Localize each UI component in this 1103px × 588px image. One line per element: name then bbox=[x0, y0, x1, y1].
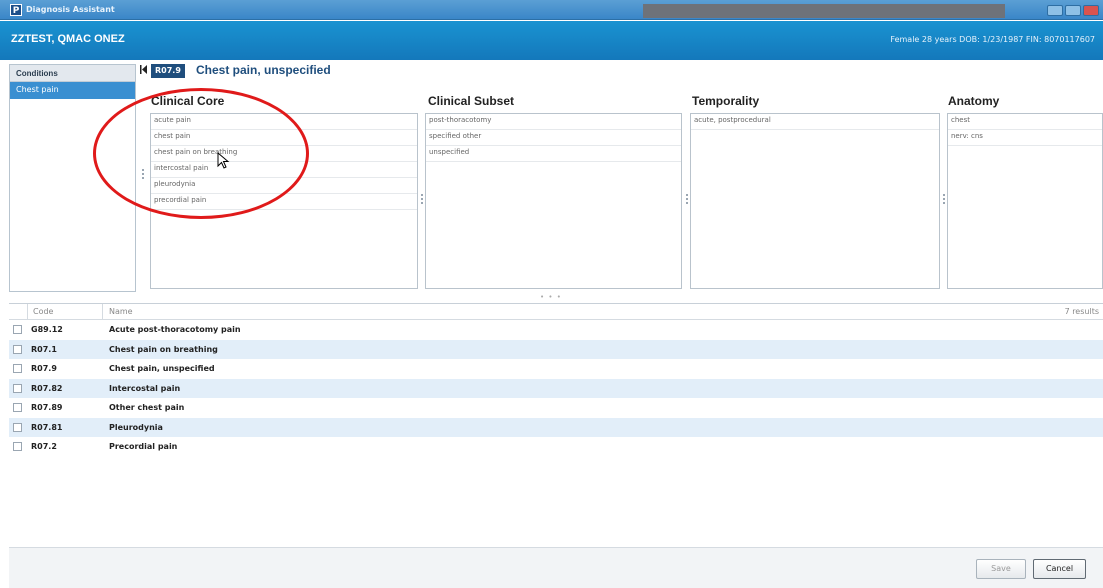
maximize-button[interactable] bbox=[1065, 5, 1081, 16]
collapse-left-icon[interactable] bbox=[140, 65, 148, 77]
row-checkbox[interactable] bbox=[13, 442, 22, 451]
cancel-button[interactable]: Cancel bbox=[1033, 559, 1086, 579]
row-name: Chest pain, unspecified bbox=[109, 364, 215, 373]
table-row[interactable]: R07.1 Chest pain on breathing bbox=[9, 339, 1103, 359]
column-splitter[interactable] bbox=[942, 192, 946, 216]
column-header-code[interactable]: Code bbox=[33, 307, 53, 316]
highlight-annotation-circle bbox=[93, 88, 309, 219]
close-button[interactable] bbox=[1083, 5, 1099, 16]
diagnosis-code-badge: R07.9 bbox=[151, 64, 185, 78]
row-code: R07.89 bbox=[31, 403, 63, 412]
sidebar-item-chest-pain[interactable]: Chest pain bbox=[10, 82, 135, 99]
list-item[interactable]: unspecified bbox=[426, 146, 681, 162]
row-name: Chest pain on breathing bbox=[109, 344, 218, 354]
table-row[interactable]: R07.81 Pleurodynia bbox=[9, 417, 1103, 437]
table-row[interactable]: G89.12 Acute post-thoracotomy pain bbox=[9, 320, 1103, 340]
column-heading-clinical-subset: Clinical Subset bbox=[428, 94, 515, 108]
row-code: R07.9 bbox=[31, 364, 57, 373]
row-name: Acute post-thoracotomy pain bbox=[109, 325, 241, 334]
minimize-button[interactable] bbox=[1047, 5, 1063, 16]
mouse-pointer-icon bbox=[217, 152, 230, 169]
row-name: Pleurodynia bbox=[109, 422, 163, 432]
row-checkbox[interactable] bbox=[13, 383, 22, 393]
column-header-name[interactable]: Name bbox=[109, 307, 133, 316]
column-heading-anatomy: Anatomy bbox=[948, 94, 1000, 108]
row-checkbox[interactable] bbox=[13, 364, 22, 373]
list-item[interactable]: acute, postprocedural bbox=[691, 114, 939, 130]
save-button[interactable]: Save bbox=[976, 559, 1026, 579]
table-row[interactable]: R07.82 Intercostal pain bbox=[9, 378, 1103, 398]
table-row[interactable]: R07.89 Other chest pain bbox=[9, 398, 1103, 418]
row-code: R07.81 bbox=[31, 422, 63, 432]
window-controls bbox=[1047, 5, 1099, 16]
row-name: Intercostal pain bbox=[109, 383, 181, 393]
row-code: R07.82 bbox=[31, 383, 63, 393]
row-checkbox[interactable] bbox=[13, 422, 22, 432]
clinical-subset-list: post-thoracotomy specified other unspeci… bbox=[425, 113, 682, 289]
row-code: G89.12 bbox=[31, 325, 63, 334]
results-count: 7 results bbox=[1064, 307, 1099, 316]
window-title: Diagnosis Assistant bbox=[26, 5, 115, 14]
row-code: R07.2 bbox=[31, 442, 57, 451]
column-divider bbox=[27, 304, 28, 320]
window-title-bar: P Diagnosis Assistant bbox=[0, 0, 1103, 20]
row-checkbox[interactable] bbox=[13, 344, 22, 354]
results-table-header: Code Name 7 results bbox=[9, 304, 1103, 320]
column-splitter[interactable] bbox=[685, 192, 689, 216]
row-checkbox[interactable] bbox=[13, 325, 22, 334]
row-code: R07.1 bbox=[31, 344, 57, 354]
column-splitter[interactable] bbox=[420, 192, 424, 216]
patient-name: ZZTEST, QMAC ONEZ bbox=[11, 33, 125, 45]
row-name: Other chest pain bbox=[109, 403, 185, 412]
row-checkbox[interactable] bbox=[13, 403, 22, 412]
patient-banner: ZZTEST, QMAC ONEZ Female 28 years DOB: 1… bbox=[0, 21, 1103, 60]
column-divider bbox=[102, 304, 103, 320]
title-bar-region bbox=[643, 4, 1005, 18]
app-logo-icon: P bbox=[10, 4, 22, 16]
column-heading-temporality: Temporality bbox=[692, 94, 760, 108]
anatomy-list: chest nerv: cns bbox=[947, 113, 1103, 289]
table-row[interactable]: R07.2 Precordial pain bbox=[9, 437, 1103, 457]
diagnosis-title: Chest pain, unspecified bbox=[196, 63, 331, 77]
list-item[interactable]: nerv: cns bbox=[948, 130, 1102, 146]
sidebar-header: Conditions bbox=[10, 65, 135, 82]
patient-demographics: Female 28 years DOB: 1/23/1987 FIN: 8070… bbox=[890, 35, 1095, 44]
row-name: Precordial pain bbox=[109, 442, 178, 451]
list-item[interactable]: specified other bbox=[426, 130, 681, 146]
pane-splitter[interactable]: • • • bbox=[540, 293, 562, 301]
dialog-footer: Save Cancel bbox=[9, 547, 1103, 588]
results-table: Code Name 7 results G89.12 Acute post-th… bbox=[9, 303, 1103, 548]
temporality-list: acute, postprocedural bbox=[690, 113, 940, 289]
list-item[interactable]: chest bbox=[948, 114, 1102, 130]
table-row[interactable]: R07.9 Chest pain, unspecified bbox=[9, 359, 1103, 379]
list-item[interactable]: post-thoracotomy bbox=[426, 114, 681, 130]
